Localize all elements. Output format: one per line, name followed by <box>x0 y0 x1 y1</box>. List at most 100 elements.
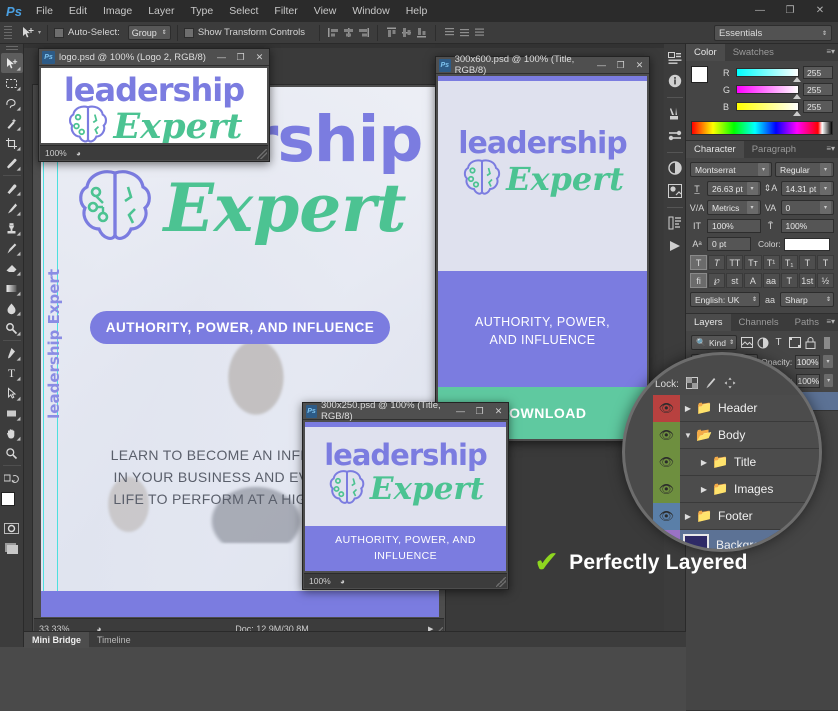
channel-value-g[interactable]: 255 <box>803 83 833 96</box>
history-panel-icon[interactable] <box>665 48 685 68</box>
logo-window-titlebar[interactable]: Ps logo.psd @ 100% (Logo 2, RGB/8) — ❐ ✕ <box>39 49 269 66</box>
banner250-close[interactable]: ✕ <box>489 404 508 419</box>
align-vertical-centers-icon[interactable] <box>399 25 414 40</box>
table-row[interactable]: 👁 ▶ 📁 Title <box>653 448 819 476</box>
character-panel-menu-icon[interactable]: ≡▾ <box>826 144 835 153</box>
filter-shape-layers-icon[interactable] <box>788 335 801 350</box>
tracking-field[interactable]: 0 ▾ <box>780 200 834 215</box>
tab-layers[interactable]: Layers <box>686 314 731 331</box>
move-tool-icon[interactable] <box>16 25 38 41</box>
opentype-ordinals-button[interactable]: 1st <box>798 273 816 288</box>
banner600-canvas[interactable]: leadership Expert AUTHORITY, POWER, AND … <box>438 76 647 439</box>
channel-slider-r[interactable] <box>736 68 801 82</box>
style-strikethrough-button[interactable]: T <box>816 255 834 270</box>
opentype-contextual-alternates-button[interactable]: ℘ <box>708 273 726 288</box>
tool-eraser[interactable]: ◢ <box>1 258 23 278</box>
color-panel-fgbg-chips[interactable] <box>691 66 717 92</box>
align-horizontal-centers-icon[interactable] <box>341 25 356 40</box>
workspace-selector[interactable]: Essentials ⇕ <box>714 25 832 41</box>
banner250-maximize[interactable]: ❐ <box>470 404 489 419</box>
distribute-top-icon[interactable] <box>442 25 457 40</box>
tab-channels[interactable]: Channels <box>731 314 787 331</box>
tool-path-selection[interactable]: ◢ <box>1 383 23 403</box>
banner600-minimize[interactable]: — <box>592 58 611 73</box>
tab-character[interactable]: Character <box>686 141 744 158</box>
align-top-edges-icon[interactable] <box>384 25 399 40</box>
doc-info-icon[interactable]: ◕ <box>76 149 81 158</box>
banner600-titlebar[interactable]: Ps 300x600.psd @ 100% (Title, RGB/8) — ❐… <box>436 54 649 76</box>
style-superscript-button[interactable]: T¹ <box>762 255 780 270</box>
tool-crop[interactable]: ◢ <box>1 133 23 153</box>
minimize-button[interactable]: — <box>746 2 774 18</box>
opentype-titling-alternates-button[interactable]: aa <box>762 273 780 288</box>
style-faux-bold-button[interactable]: T <box>690 255 708 270</box>
eye-icon[interactable]: 👁 <box>653 421 680 449</box>
tool-dodge[interactable]: ◢ <box>1 318 23 338</box>
actions-icon[interactable] <box>665 213 685 233</box>
tool-hand[interactable]: ◢ <box>1 423 23 443</box>
logo-window-minimize[interactable]: — <box>212 50 231 65</box>
horizontal-scale-field[interactable]: 100% <box>780 219 834 233</box>
align-bottom-edges-icon[interactable] <box>414 25 429 40</box>
options-bar-grip[interactable] <box>4 25 12 40</box>
tab-timeline[interactable]: Timeline <box>89 632 139 648</box>
logo-window[interactable]: Ps logo.psd @ 100% (Logo 2, RGB/8) — ❐ ✕… <box>38 48 270 162</box>
menu-help[interactable]: Help <box>398 0 436 22</box>
tab-paths[interactable]: Paths <box>787 314 827 331</box>
distribute-bottom-icon[interactable] <box>472 25 487 40</box>
banner250-canvas[interactable]: leadership Expert AUTHORITY, POWER, AND … <box>305 422 506 571</box>
style-subscript-button[interactable]: T₁ <box>780 255 798 270</box>
style-small-caps-button[interactable]: Tᴛ <box>744 255 762 270</box>
opentype-standard-ligatures-button[interactable]: fi <box>690 273 708 288</box>
edit-toolbar-icon[interactable] <box>1 468 23 488</box>
tool-blur[interactable]: ◢ <box>1 298 23 318</box>
filter-pixel-layers-icon[interactable] <box>740 335 753 350</box>
play-icon[interactable] <box>665 236 685 256</box>
font-style-dropdown[interactable]: Regular ▾ <box>774 162 834 177</box>
channel-slider-g[interactable] <box>736 85 801 99</box>
text-color-swatch[interactable] <box>783 237 830 251</box>
vertical-scale-field[interactable]: 100% <box>707 219 761 233</box>
tool-clone-stamp[interactable]: ◢ <box>1 218 23 238</box>
lock-transparent-pixels-icon[interactable] <box>685 376 698 392</box>
tool-history-brush[interactable]: ◢ <box>1 238 23 258</box>
layer-filter-kind-dropdown[interactable]: 🔍 Kind ⇕ <box>691 335 738 350</box>
eye-icon[interactable]: 👁 <box>653 394 680 422</box>
brush-panel-icon[interactable] <box>665 103 685 123</box>
close-button[interactable]: ✕ <box>806 2 834 18</box>
table-row[interactable]: 👁 ▶ 📁 Footer <box>653 502 819 530</box>
language-dropdown[interactable]: English: UK ⇕ <box>690 292 761 307</box>
style-faux-italic-button[interactable]: T <box>708 255 726 270</box>
banner250-window[interactable]: Ps 300x250.psd @ 100% (Title, RGB/8) — ❐… <box>302 400 509 590</box>
opacity-field[interactable]: 100% <box>795 354 820 369</box>
styles-icon[interactable] <box>665 181 685 201</box>
screen-mode-icon[interactable] <box>1 538 23 558</box>
banner250-resize-grip[interactable] <box>496 577 506 587</box>
eye-icon[interactable]: 👁 <box>653 475 680 503</box>
channel-knob-b[interactable] <box>793 111 801 116</box>
banner250-titlebar[interactable]: Ps 300x250.psd @ 100% (Title, RGB/8) — ❐… <box>303 400 508 422</box>
color-panel-menu-icon[interactable]: ≡▾ <box>826 47 835 56</box>
menu-select[interactable]: Select <box>221 0 266 22</box>
tool-gradient[interactable]: ◢ <box>1 278 23 298</box>
channel-value-b[interactable]: 255 <box>803 100 833 113</box>
leading-field[interactable]: 14.31 pt ▾ <box>780 181 834 196</box>
style-all-caps-button[interactable]: TT <box>726 255 744 270</box>
quick-mask-mode-icon[interactable] <box>1 518 23 538</box>
banner600-window[interactable]: Ps 300x600.psd @ 100% (Title, RGB/8) — ❐… <box>435 54 650 442</box>
chevron-right-icon[interactable]: ▶ <box>696 458 712 467</box>
tab-mini-bridge[interactable]: Mini Bridge <box>24 631 89 648</box>
menu-layer[interactable]: Layer <box>140 0 182 22</box>
table-row[interactable]: 👁 ▶ 📁 Header <box>653 394 819 422</box>
layers-panel-menu-icon[interactable]: ≡▾ <box>826 317 835 326</box>
banner600-close[interactable]: ✕ <box>630 58 649 73</box>
tool-zoom[interactable] <box>1 443 23 463</box>
style-underline-button[interactable]: T <box>798 255 816 270</box>
color-panel-fg-chip[interactable] <box>691 66 708 83</box>
banner600-maximize[interactable]: ❐ <box>611 58 630 73</box>
maximize-button[interactable]: ❐ <box>776 2 804 18</box>
kerning-field[interactable]: Metrics ▾ <box>707 200 761 215</box>
menu-image[interactable]: Image <box>95 0 140 22</box>
table-row[interactable]: 👁 ▼ 📂 Body <box>653 421 819 449</box>
menu-type[interactable]: Type <box>182 0 221 22</box>
